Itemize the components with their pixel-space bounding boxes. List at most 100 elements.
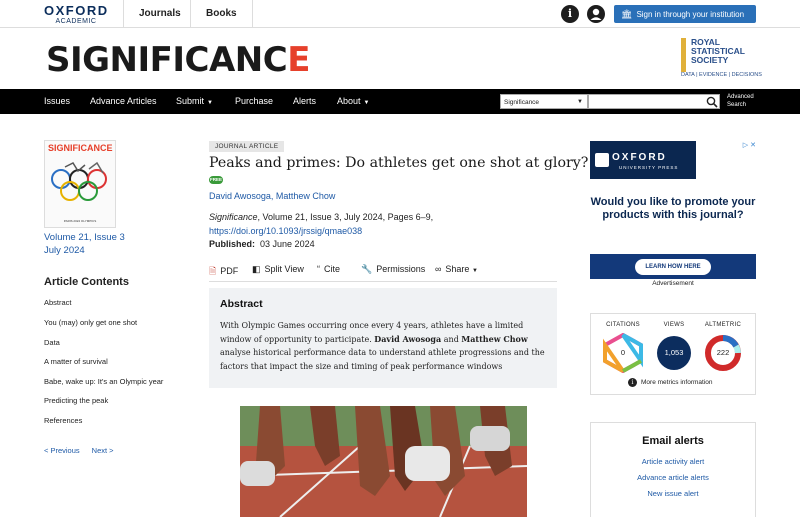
toc-predicting-peak[interactable]: Predicting the peak (44, 396, 108, 405)
pdf-icon: 🗎 (209, 266, 217, 276)
signin-label: Sign in through your institution (636, 10, 745, 19)
info-icon[interactable]: i (561, 5, 579, 23)
nav-submit[interactable]: Submit ▼ (176, 89, 213, 114)
published-label: Published: (209, 239, 256, 249)
citations-count[interactable]: 0 (606, 336, 640, 370)
toc-references[interactable]: References (44, 416, 82, 425)
email-alerts-heading: Email alerts (642, 435, 704, 447)
advertisement[interactable]: OXFORD UNIVERSITY PRESS ▷ ✕ Would you li… (590, 141, 756, 279)
rss-tagline: DATA | EVIDENCE | DECISIONS (681, 72, 762, 78)
advanced-search-line-2: Search (727, 102, 747, 108)
nav-about-label: About (337, 96, 361, 106)
brand-name-accent: E (287, 40, 310, 80)
published-value: 03 June 2024 (260, 239, 315, 249)
chevron-down-icon: ▼ (577, 99, 583, 105)
abstract-text: With Olympic Games occurring once every … (220, 319, 555, 373)
next-link[interactable]: Next > (92, 446, 114, 455)
oxford-text: OXFORD (44, 3, 109, 18)
more-metrics-link[interactable]: i More metrics information (628, 378, 713, 387)
toc-olympic-year[interactable]: Babe, wake up: It's an Olympic year (44, 377, 163, 386)
nav-about[interactable]: About ▼ (337, 89, 369, 114)
abstract-conjunction: and (443, 334, 459, 344)
advertisement-label: Advertisement (652, 280, 694, 287)
permissions-button[interactable]: 🔧 Permissions (361, 264, 425, 275)
journal-name: Significance (209, 212, 258, 222)
views-count[interactable]: 1,053 (657, 336, 691, 370)
search-scope-select[interactable]: Significance ▼ (500, 94, 588, 109)
toc-one-shot[interactable]: You (may) only get one shot (44, 318, 137, 327)
cite-button[interactable]: “ Cite (317, 264, 340, 274)
views-label: VIEWS (663, 322, 685, 328)
issue-link[interactable]: Volume 21, Issue 3 July 2024 (44, 231, 125, 257)
issue-volume: Volume 21, Issue 3 (44, 232, 125, 243)
nav-alerts[interactable]: Alerts (293, 89, 316, 114)
share-button[interactable]: ∞ Share ▼ (435, 264, 478, 274)
altmetric-label: ALTMETRIC (704, 322, 742, 328)
search-input[interactable] (588, 94, 720, 109)
abstract-author-2: Matthew Chow (461, 333, 528, 344)
article-hero-image (240, 406, 527, 517)
free-badge: FREE (209, 176, 223, 184)
oxford-academic-logo[interactable]: OXFORD ACADEMIC (44, 3, 108, 25)
advanced-search-link[interactable]: Advanced Search (727, 93, 767, 109)
ad-learn-button[interactable]: LEARN HOW HERE (635, 259, 711, 275)
toc-data[interactable]: Data (44, 338, 60, 347)
quote-icon: “ (317, 264, 320, 274)
signin-institution-button[interactable]: 🏛 Sign in through your institution (614, 5, 756, 23)
pdf-label: PDF (220, 266, 239, 276)
issue-date: July 2024 (44, 245, 85, 256)
ad-choices-icon[interactable]: ▷ ✕ (743, 141, 756, 149)
article-authors[interactable]: David Awosoga, Matthew Chow (209, 191, 335, 201)
cite-label: Cite (324, 264, 341, 274)
cover-olympic-rings-image (51, 161, 107, 201)
nav-advance-articles[interactable]: Advance Articles (90, 89, 157, 114)
advanced-search-line-1: Advanced (727, 94, 754, 100)
altmetric-score[interactable]: 222 (706, 336, 740, 370)
share-icon: ∞ (435, 264, 442, 274)
toc-survival[interactable]: A matter of survival (44, 357, 108, 366)
abstract-heading: Abstract (220, 298, 263, 310)
article-type-badge: JOURNAL ARTICLE (209, 141, 285, 152)
chevron-down-icon: ▼ (207, 100, 213, 106)
search-scope-value: Significance (504, 99, 540, 106)
institution-icon: 🏛 (621, 9, 633, 19)
citations-label: CITATIONS (606, 322, 640, 328)
article-activity-alert-link[interactable]: Article activity alert (590, 457, 756, 466)
ad-press: UNIVERSITY PRESS (619, 165, 679, 170)
nav-purchase[interactable]: Purchase (235, 89, 273, 114)
split-view-label: Split View (264, 264, 304, 274)
issue-cover-image[interactable]: SIGNIFICANCE PARIS 2024 OLYMPICS (44, 140, 116, 228)
chevron-down-icon: ▼ (471, 268, 478, 274)
article-title: Peaks and primes: Do athletes get one sh… (209, 155, 589, 171)
nav-journals[interactable]: Journals (123, 0, 196, 28)
citation-details: , Volume 21, Issue 3, July 2024, Pages 6… (257, 212, 434, 222)
rss-line-3: SOCIETY (691, 55, 729, 65)
abstract-author-1: David Awosoga (374, 333, 442, 344)
ad-oxford: OXFORD (612, 152, 667, 163)
previous-link[interactable]: < Previous (44, 446, 80, 455)
account-icon[interactable] (587, 5, 605, 23)
info-icon: i (628, 378, 637, 387)
prev-next-nav: < Previous Next > (44, 446, 126, 455)
nav-submit-label: Submit (176, 96, 205, 106)
nav-books[interactable]: Books (190, 0, 253, 28)
split-view-icon: ◧ (252, 264, 261, 274)
new-issue-alert-link[interactable]: New issue alert (590, 489, 756, 498)
academic-text: ACADEMIC (55, 18, 97, 25)
article-citation: Significance, Volume 21, Issue 3, July 2… (209, 211, 433, 238)
advance-article-alerts-link[interactable]: Advance article alerts (590, 473, 756, 482)
rss-logo-bar (681, 38, 686, 72)
cover-subtitle: PARIS 2024 OLYMPICS (63, 219, 97, 223)
published-date: Published: 03 June 2024 (209, 239, 315, 249)
pdf-button[interactable]: 🗎 PDF (209, 264, 238, 280)
toc-abstract[interactable]: Abstract (44, 298, 72, 307)
article-contents-heading: Article Contents (44, 276, 129, 288)
split-view-button[interactable]: ◧ Split View (252, 264, 304, 275)
permissions-label: Permissions (376, 264, 426, 274)
search-icon[interactable] (706, 95, 718, 108)
divider (209, 281, 557, 282)
significance-logo[interactable]: SIGNIFICANCE (46, 40, 310, 80)
doi-link[interactable]: https://doi.org/10.1093/jrssig/qmae038 (209, 225, 433, 239)
nav-issues[interactable]: Issues (44, 89, 70, 114)
chevron-down-icon: ▼ (363, 100, 370, 106)
